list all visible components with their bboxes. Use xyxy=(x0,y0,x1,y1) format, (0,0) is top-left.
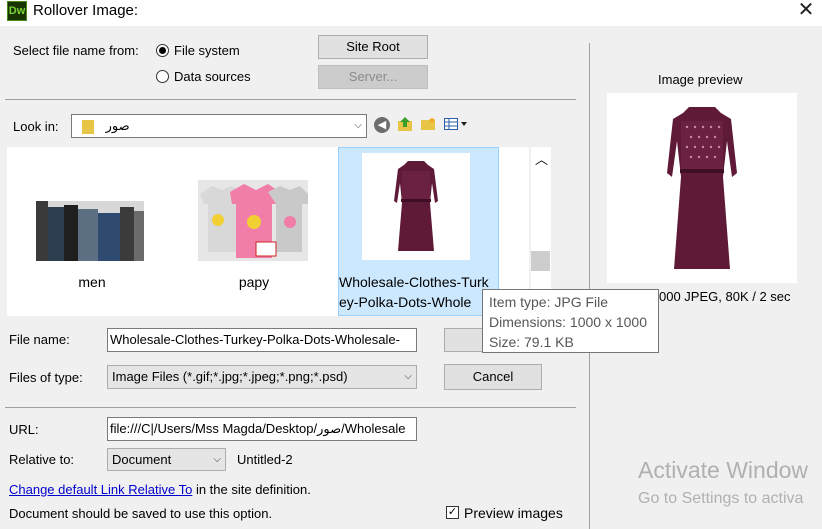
window-title: Rollover Image: xyxy=(33,2,139,19)
dreamweaver-logo-icon: Dw xyxy=(7,1,27,21)
file-name-input[interactable]: Wholesale-Clothes-Turkey-Polka-Dots-Whol… xyxy=(107,328,417,352)
select-from-label: Select file name from: xyxy=(13,43,139,58)
file-system-radio[interactable] xyxy=(156,44,169,57)
divider xyxy=(5,99,576,100)
divider xyxy=(5,407,576,408)
selected-file-item[interactable]: Wholesale-Clothes-Turk ey-Polka-Dots-Who… xyxy=(338,147,499,316)
dress-thumbnail[interactable] xyxy=(362,153,470,260)
look-in-label: Look in: xyxy=(13,119,59,134)
chevron-down-icon: ⌵ xyxy=(213,454,221,465)
tooltip-dimensions: Dimensions: 1000 x 1000 xyxy=(489,314,647,330)
data-sources-radio[interactable] xyxy=(156,70,169,83)
tooltip-size: Size: 79.1 KB xyxy=(489,334,574,350)
file-label-dress-line2[interactable]: ey-Polka-Dots-Whole xyxy=(339,293,500,312)
site-root-button[interactable]: Site Root xyxy=(318,35,428,59)
papy-thumbnail[interactable] xyxy=(198,180,308,261)
preview-heading: Image preview xyxy=(658,72,743,87)
vertical-divider xyxy=(589,43,590,529)
relative-to-dropdown[interactable]: Document ⌵ xyxy=(107,448,226,471)
activate-windows-subtext: Go to Settings to activa xyxy=(638,490,804,507)
chevron-down-icon: ⌵ xyxy=(404,371,412,382)
save-note: Document should be saved to use this opt… xyxy=(9,506,273,521)
cancel-button[interactable]: Cancel xyxy=(444,364,542,390)
file-label-papy[interactable]: papy xyxy=(204,273,304,292)
look-in-value: صور xyxy=(105,118,130,133)
file-label-dress-line1[interactable]: Wholesale-Clothes-Turk xyxy=(339,273,500,292)
preview-images-label[interactable]: Preview images xyxy=(464,505,563,521)
relative-to-label: Relative to: xyxy=(9,452,75,467)
view-menu-icon[interactable] xyxy=(444,117,468,132)
change-link-relative-link[interactable]: Change default Link Relative To xyxy=(9,482,192,497)
folder-icon xyxy=(82,119,94,134)
scrollbar-thumb[interactable] xyxy=(531,251,550,271)
activate-windows-watermark: Activate Window xyxy=(638,457,809,483)
image-preview xyxy=(607,93,797,283)
file-list-pane[interactable]: men papy Wholesale-Clothes-Turk ey-Polka… xyxy=(7,147,529,316)
link-suffix: in the site definition. xyxy=(192,482,311,497)
chevron-down-icon: ⌵ xyxy=(354,120,362,131)
ok-button[interactable] xyxy=(444,328,482,352)
close-icon[interactable]: ✕ xyxy=(796,0,816,20)
data-sources-label[interactable]: Data sources xyxy=(174,69,251,84)
preview-info: 000 JPEG, 80K / 2 sec xyxy=(659,289,791,304)
url-input[interactable]: file:///C|/Users/Mss Magda/Desktop/صور/W… xyxy=(107,417,417,441)
tooltip-item-type: Item type: JPG File xyxy=(489,294,609,310)
server-button[interactable]: Server... xyxy=(318,65,428,89)
look-in-dropdown[interactable]: صور ⌵ xyxy=(71,114,367,138)
new-folder-icon[interactable] xyxy=(420,116,436,132)
files-of-type-label: Files of type: xyxy=(9,370,83,385)
url-label: URL: xyxy=(9,422,39,437)
files-of-type-dropdown[interactable]: Image Files (*.gif;*.jpg;*.jpeg;*.png;*.… xyxy=(107,365,417,389)
files-of-type-value: Image Files (*.gif;*.jpg;*.jpeg;*.png;*.… xyxy=(112,369,348,384)
file-info-tooltip: Item type: JPG File Dimensions: 1000 x 1… xyxy=(482,289,659,353)
file-system-label[interactable]: File system xyxy=(174,43,240,58)
link-line: Change default Link Relative To in the s… xyxy=(9,482,311,497)
relative-to-value: Document xyxy=(112,452,172,467)
document-name: Untitled-2 xyxy=(237,452,293,467)
preview-images-checkbox[interactable]: ✓ xyxy=(446,506,459,519)
file-name-label: File name: xyxy=(9,332,70,347)
back-icon[interactable]: ◀ xyxy=(374,117,390,133)
scroll-up-icon[interactable]: ︿ xyxy=(535,149,548,168)
up-folder-icon[interactable] xyxy=(397,116,413,132)
file-label-men[interactable]: men xyxy=(42,273,142,292)
men-thumbnail[interactable] xyxy=(36,201,144,261)
